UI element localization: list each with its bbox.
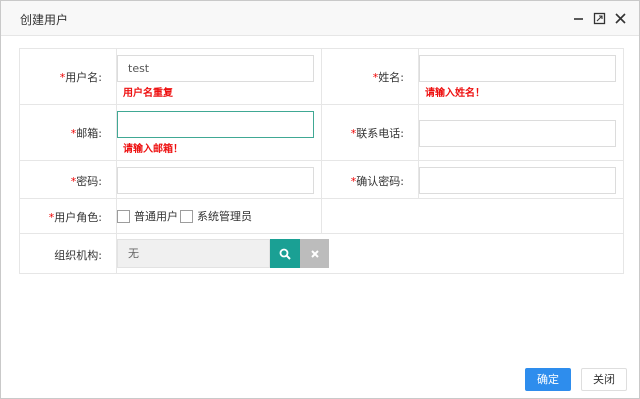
role-label: *用户角色: <box>48 211 102 224</box>
form-cell <box>321 198 624 234</box>
username-label: *用户名: <box>59 71 102 84</box>
search-icon <box>279 248 291 260</box>
create-user-dialog: 创建用户 *用户名: test 用户名重复 *姓名: 请输入姓名！ *邮箱: 请… <box>0 0 640 399</box>
username-input[interactable]: test <box>117 55 314 82</box>
role-admin-checkbox[interactable] <box>180 209 193 223</box>
organization-search-button[interactable] <box>270 239 300 268</box>
organization-input[interactable]: 无 <box>117 239 270 268</box>
clear-icon <box>310 249 319 258</box>
user-form: *用户名: test 用户名重复 *姓名: 请输入姓名！ *邮箱: 请输入邮箱！… <box>19 48 624 274</box>
organization-clear-button[interactable] <box>300 239 329 268</box>
dialog-title: 创建用户 <box>20 13 69 27</box>
dialog-titlebar: 创建用户 <box>1 1 639 36</box>
username-error: 用户名重复 <box>123 88 173 99</box>
fullname-label: *姓名: <box>372 71 404 84</box>
password-label: *密码: <box>70 175 102 188</box>
close-icon[interactable] <box>614 12 627 25</box>
confirm-password-label: *确认密码: <box>350 175 404 188</box>
close-button[interactable]: 关闭 <box>581 368 627 391</box>
phone-input[interactable] <box>419 120 616 147</box>
role-options: 普通用户 系统管理员 <box>117 208 254 224</box>
password-input[interactable] <box>117 167 314 194</box>
confirm-password-input[interactable] <box>419 167 616 194</box>
minimize-icon[interactable] <box>572 12 585 25</box>
phone-label: *联系电话: <box>350 127 404 140</box>
organization-label: 组织机构: <box>54 249 102 262</box>
role-admin-label[interactable]: 系统管理员 <box>197 208 252 224</box>
fullname-input[interactable] <box>419 55 616 82</box>
role-normal-checkbox[interactable] <box>117 209 130 223</box>
email-label: *邮箱: <box>70 127 102 140</box>
fullname-error: 请输入姓名！ <box>425 88 485 99</box>
confirm-button[interactable]: 确定 <box>525 368 571 391</box>
maximize-icon[interactable] <box>593 12 606 25</box>
email-input[interactable] <box>117 111 314 138</box>
role-normal-label[interactable]: 普通用户 <box>134 208 178 224</box>
email-error: 请输入邮箱！ <box>123 144 183 155</box>
